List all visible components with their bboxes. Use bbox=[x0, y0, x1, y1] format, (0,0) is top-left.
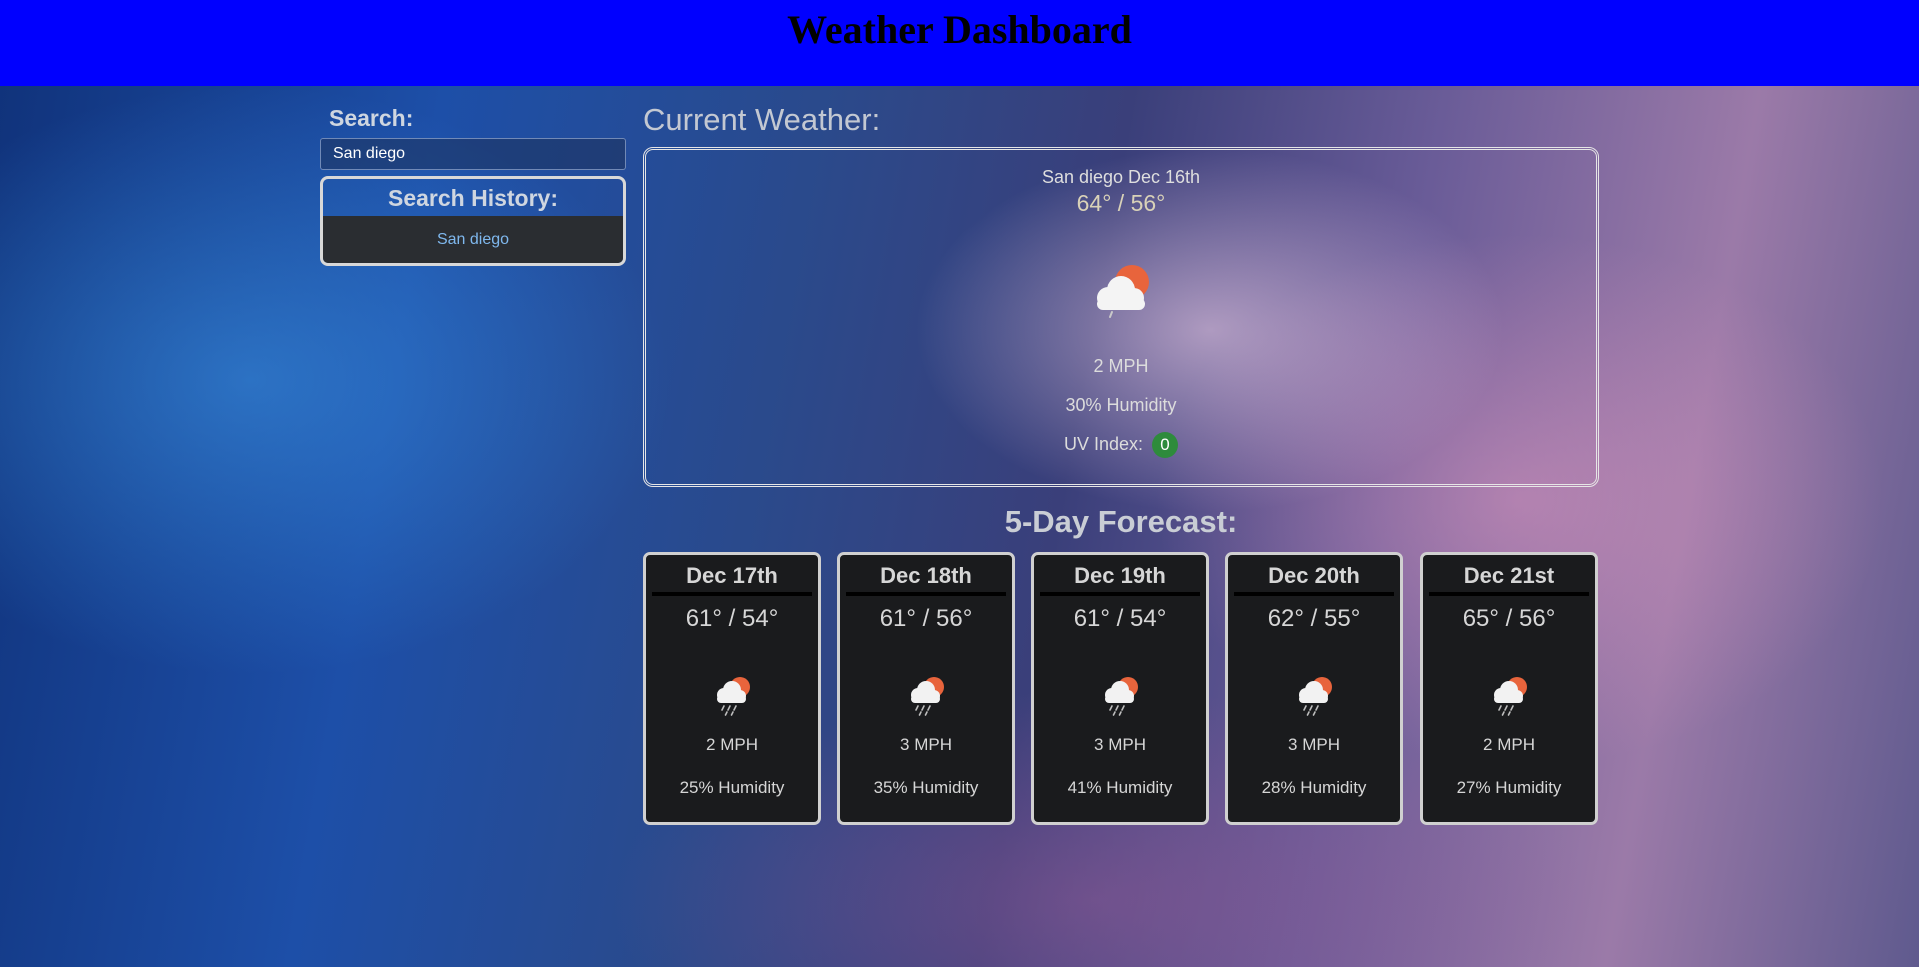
forecast-wind: 2 MPH bbox=[1483, 735, 1535, 754]
forecast-divider bbox=[846, 592, 1006, 596]
rain-sun-icon bbox=[1098, 673, 1142, 722]
forecast-wind: 3 MPH bbox=[1094, 735, 1146, 754]
forecast-humidity: 25% Humidity bbox=[679, 778, 785, 797]
forecast-humidity: 28% Humidity bbox=[1261, 778, 1367, 797]
forecast-card: Dec 18th 61° / 56° 3 MPH 35% Humidity bbox=[837, 552, 1015, 825]
uv-index-label: UV Index: bbox=[1063, 433, 1144, 454]
forecast-wind: 3 MPH bbox=[1288, 735, 1340, 754]
search-history-panel: Search History: San diego bbox=[320, 176, 626, 266]
forecast-card: Dec 20th 62° / 55° 3 MPH 28% Humidity bbox=[1225, 552, 1403, 825]
current-wind: 2 MPH bbox=[1093, 356, 1149, 376]
forecast-divider bbox=[1040, 592, 1200, 596]
forecast-date: Dec 19th bbox=[1074, 563, 1166, 588]
history-item-san-diego[interactable]: San diego bbox=[323, 216, 623, 263]
forecast-wind: 2 MPH bbox=[706, 735, 758, 754]
forecast-humidity: 41% Humidity bbox=[1067, 778, 1173, 797]
search-input[interactable] bbox=[320, 138, 626, 170]
uv-index-badge: 0 bbox=[1152, 432, 1179, 458]
forecast-temp: 61° / 54° bbox=[685, 605, 779, 632]
forecast-wind: 3 MPH bbox=[900, 735, 952, 754]
current-weather-panel: San diego Dec 16th 64° / 56° 2 MPH 30% H… bbox=[643, 147, 1599, 487]
forecast-date: Dec 21st bbox=[1463, 563, 1555, 588]
forecast-humidity: 35% Humidity bbox=[873, 778, 979, 797]
current-humidity: 30% Humidity bbox=[1065, 395, 1177, 415]
search-label: Search: bbox=[329, 105, 414, 131]
forecast-date: Dec 18th bbox=[880, 563, 972, 588]
forecast-divider bbox=[652, 592, 812, 596]
current-city-date: San diego Dec 16th bbox=[1041, 167, 1201, 187]
forecast-date: Dec 17th bbox=[686, 563, 778, 588]
forecast-card: Dec 19th 61° / 54° 3 MPH 41% Humidity bbox=[1031, 552, 1209, 825]
forecast-divider bbox=[1234, 592, 1394, 596]
forecast-date: Dec 20th bbox=[1268, 563, 1360, 588]
forecast-temp: 65° / 56° bbox=[1462, 605, 1556, 632]
forecast-card: Dec 17th 61° / 54° 2 MPH 25% Humidity bbox=[643, 552, 821, 825]
forecast-label: 5-Day Forecast: bbox=[1004, 504, 1238, 539]
rain-sun-icon bbox=[1292, 673, 1336, 722]
header-bar: Weather Dashboard bbox=[0, 0, 1919, 86]
current-weather-label: Current Weather: bbox=[643, 102, 881, 137]
current-uv-index: UV Index: 0 bbox=[646, 432, 1596, 458]
forecast-card: Dec 21st 65° / 56° 2 MPH 27% Humidity bbox=[1420, 552, 1598, 825]
forecast-humidity: 27% Humidity bbox=[1456, 778, 1562, 797]
partly-cloudy-day-icon bbox=[1088, 262, 1154, 323]
rain-sun-icon bbox=[710, 673, 754, 722]
forecast-temp: 61° / 56° bbox=[879, 605, 973, 632]
search-history-title: Search History: bbox=[387, 185, 558, 211]
forecast-temp: 62° / 55° bbox=[1267, 605, 1361, 632]
rain-sun-icon bbox=[904, 673, 948, 722]
forecast-temp: 61° / 54° bbox=[1073, 605, 1167, 632]
current-temp: 64° / 56° bbox=[1076, 190, 1166, 216]
app-title: Weather Dashboard bbox=[787, 7, 1132, 52]
forecast-divider bbox=[1429, 592, 1589, 596]
rain-sun-icon bbox=[1487, 673, 1531, 722]
